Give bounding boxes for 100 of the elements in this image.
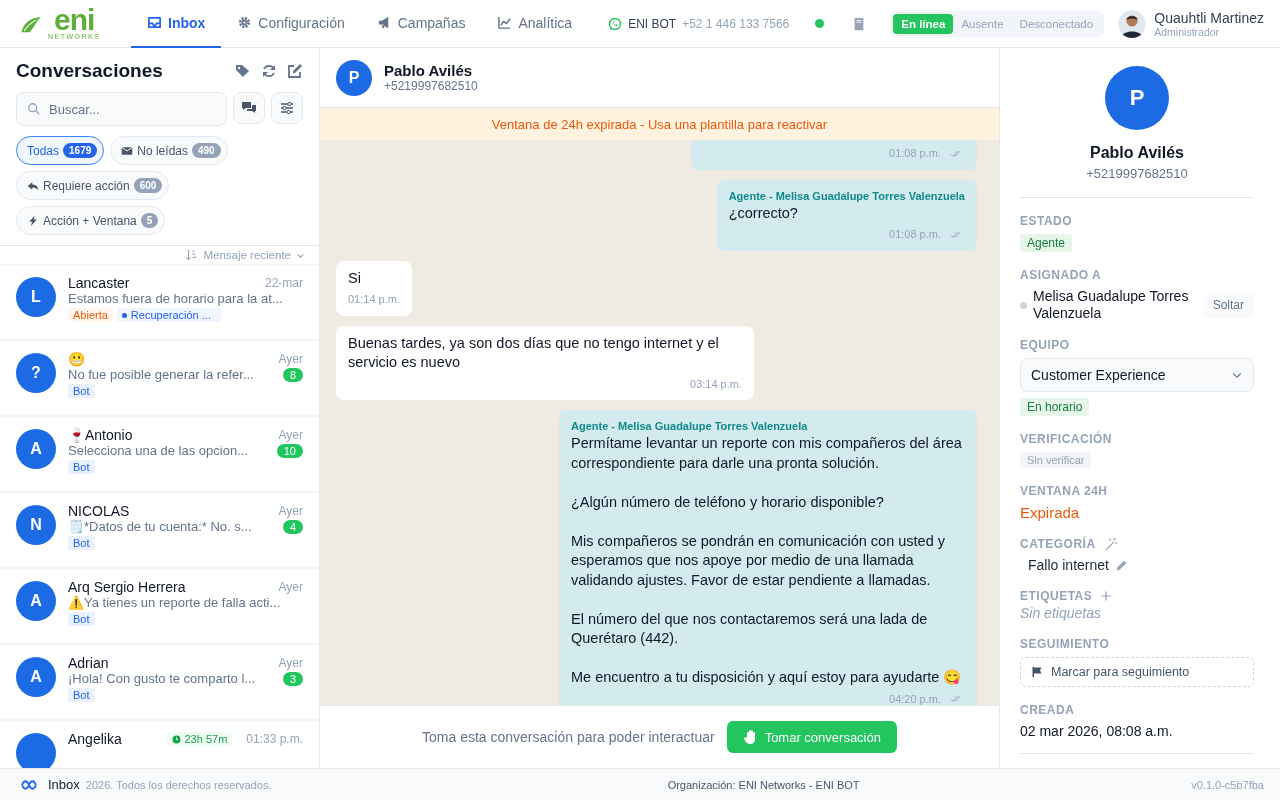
conversation-item[interactable]: N NICOLAS Ayer 🗒*Datos de tu cuenta:* No. s... 4 Bot [0, 493, 319, 569]
contact-name: Arq Sergio Herrera [68, 579, 186, 595]
release-button[interactable]: Soltar [1202, 292, 1254, 318]
user-avatar[interactable] [1118, 9, 1147, 38]
unread-count: 8 [282, 367, 303, 382]
sender-name: Agente - Melisa Guadalupe Torres Valenzuela [728, 188, 965, 204]
conversation-item[interactable]: L Lancaster 22-mar Estamos fuera de horario para la at... Abierta Recuperación ... [0, 265, 319, 341]
message-time: 01:08 p.m. [889, 227, 941, 242]
field-label: CREADA [1020, 703, 1075, 717]
message-text: ¿Algún número de teléfono y horario disponible? [571, 492, 885, 512]
conversation-tag: Bot [68, 536, 95, 550]
message-time: 01:08 p.m. [889, 146, 941, 161]
envelope-icon [121, 144, 134, 157]
conversation-item[interactable]: A Adrian Ayer ¡Hola! Con gusto te comparto l... 3 Bot [0, 645, 319, 721]
count-badge: 5 [140, 213, 159, 228]
channel-phone: +52 1 446 133 7566 [682, 16, 790, 31]
chats-button[interactable] [233, 92, 265, 124]
message-preview: Estamos fuera de horario para la at... [68, 291, 283, 306]
search-field[interactable]: Buscar... [16, 92, 227, 126]
unread-count: 3 [282, 671, 303, 686]
message-time: Ayer [278, 580, 303, 594]
window-status: Expirada [1020, 504, 1081, 521]
sliders-icon [279, 100, 295, 116]
contact-name: Pablo Avilés [1090, 144, 1184, 162]
field-label: VENTANA 24H [1020, 484, 1108, 498]
message-time: Ayer [278, 352, 303, 366]
schedule-badge: En horario [1020, 398, 1090, 416]
footer-brand: Inbox [48, 777, 80, 792]
contact-name: 😬 [68, 351, 85, 367]
nav-tab[interactable]: Configuración [221, 0, 361, 48]
sort-dropdown[interactable]: Mensaje reciente [185, 249, 305, 261]
follow-up-button[interactable]: Marcar para seguimiento [1020, 657, 1254, 687]
organization-text: Organización: ENI Networks - ENI BOT [666, 778, 861, 791]
field-label: EQUIPO [1020, 338, 1070, 352]
sender-name: Agente - Melisa Guadalupe Torres Valenzuela [571, 419, 809, 434]
settings-icon [237, 15, 253, 30]
message-text: El número del que nos contactaremos será una lada de Querétaro (442). [571, 609, 929, 648]
contact-avatar [16, 733, 56, 768]
filter-settings-button[interactable] [271, 92, 303, 124]
contact-name: Pablo Avilés [384, 62, 474, 79]
filter-chip[interactable]: Requiere acción 600 [16, 171, 170, 200]
filter-chip[interactable]: No leídas 490 [110, 136, 228, 165]
empty-tags-text: Sin etiquetas [1020, 605, 1102, 621]
whatsapp-icon [608, 16, 623, 31]
nav-tab[interactable]: Analítica [481, 0, 589, 48]
expired-window-banner: Ventana de 24h expirada - Usa una plantilla para reactivar [320, 108, 999, 140]
message-preview: No fue posible generar la refer... [68, 367, 254, 382]
sort-icon [185, 249, 199, 261]
field-label: VERIFICACIÓN [1020, 432, 1112, 446]
count-badge: 490 [192, 143, 221, 158]
conversation-item[interactable]: A Arq Sergio Herrera Ayer ⚠Ya tienes un reporte de falla acti... Bot [0, 569, 319, 645]
conversation-tag: Bot [68, 384, 95, 398]
contact-name: NICOLAS [68, 503, 130, 519]
field-label: ETIQUETAS [1020, 589, 1093, 603]
message-text: Buenas tardes, ya son dos días que no tengo internet y el servicio es nuevo [348, 333, 720, 372]
conversation-tag: Abierta [68, 308, 113, 322]
message-preview: 🗒*Datos de tu cuenta:* No. s... [68, 519, 252, 534]
contact-name: Adrian [68, 655, 109, 671]
message-preview: ⚠Ya tienes un reporte de falla acti... [68, 595, 281, 610]
team-select[interactable]: Customer Experience [1020, 358, 1254, 392]
logo-text: eni [54, 7, 95, 33]
contact-avatar: N [16, 505, 56, 545]
status-badge: Agente [1020, 234, 1073, 252]
unread-count: 10 [276, 443, 303, 458]
message-time: Ayer [278, 656, 303, 670]
flag-icon [1031, 666, 1043, 678]
presence-dot [1020, 301, 1027, 309]
field-label: CATEGORÍA [1020, 537, 1096, 551]
message-time: Ayer [278, 504, 303, 518]
inbox-icon [147, 15, 162, 30]
message-time: 04:20 p.m. [889, 691, 941, 705]
version-text: v0.1.0-c5b7fba [1191, 778, 1264, 791]
filter-chip[interactable]: Acción + Ventana 5 [16, 206, 166, 235]
message-time: Ayer [278, 428, 303, 442]
message-time: 22-mar [265, 276, 303, 290]
contact-name: 🍷Antonio [68, 427, 133, 443]
created-date: 02 mar 2026, 08:08 a.m. [1020, 723, 1174, 739]
conversation-tag: Bot [68, 460, 95, 474]
contact-avatar: P [1105, 66, 1169, 130]
bolt-icon [27, 214, 39, 227]
conversation-item[interactable]: ? 😬 Ayer No fue posible generar la refer... 8 Bot [0, 341, 319, 417]
pencil-icon [1114, 558, 1128, 572]
contact-phone: +5219997682510 [384, 79, 478, 93]
clock-icon [172, 734, 182, 744]
assignee-name: Melisa Guadalupe Torres Valenzuela [1033, 288, 1190, 322]
message-preview: ¡Hola! Con gusto te comparto l... [68, 671, 256, 686]
filter-chip[interactable]: Todas 1679 [16, 136, 105, 165]
conversation-tag: Bot [68, 688, 95, 702]
contact-phone: +5219997682510 [1086, 166, 1188, 181]
count-badge: 1679 [63, 143, 98, 158]
message-time: 01:14 p.m. [348, 292, 400, 307]
contact-avatar: L [16, 277, 56, 317]
panel-title: Conversaciones [16, 60, 163, 82]
nav-tab[interactable]: Inbox [131, 0, 222, 48]
verification-badge: Sin verificar [1020, 452, 1092, 468]
contact-avatar: A [16, 429, 56, 469]
nav-tab[interactable]: Campañas [360, 0, 482, 48]
message-text: ¿correcto? [728, 203, 799, 223]
message-text: Permítame levantar un reporte con mis compañeros del área correspondiente para darle una pronta solución. [571, 434, 963, 473]
conversation-item[interactable]: A 🍷Antonio Ayer Selecciona una de las opcion... 10 Bot [0, 417, 319, 493]
